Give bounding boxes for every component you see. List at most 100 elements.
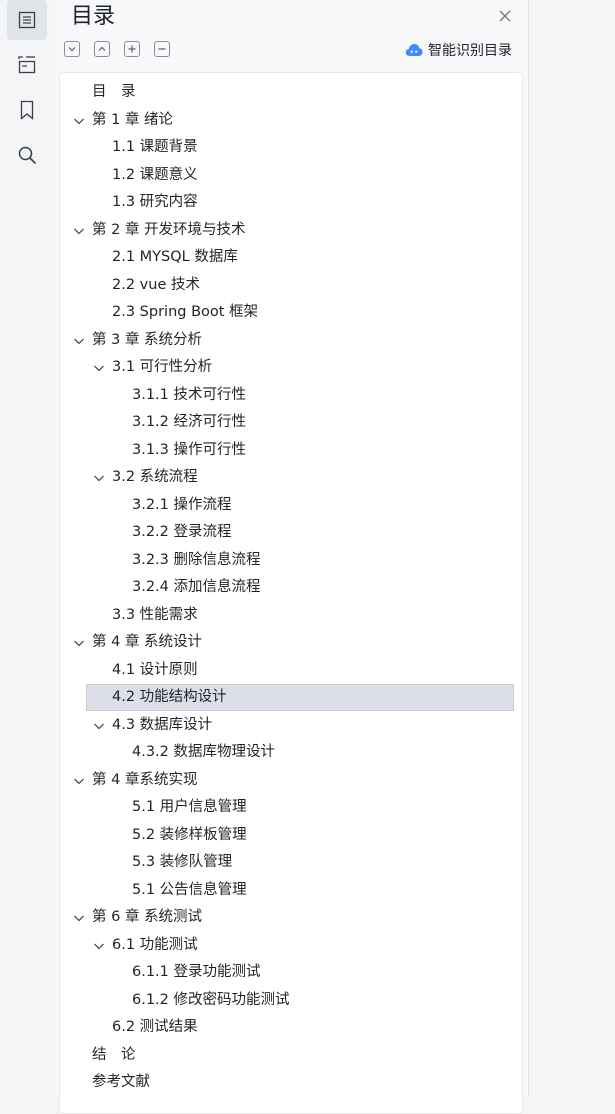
chevron-down-icon[interactable] — [73, 775, 85, 787]
toc-entry-label: 5.2 装修样板管理 — [132, 826, 247, 843]
chevron-down-icon[interactable] — [93, 720, 105, 732]
toc-entry[interactable]: 3.1 可行性分析 — [60, 354, 522, 382]
chevron-down-icon[interactable] — [73, 637, 85, 649]
chevron-down-icon[interactable] — [93, 362, 105, 374]
chevron-down-icon[interactable] — [73, 912, 85, 924]
close-icon — [499, 10, 511, 22]
toc-entry[interactable]: 3.1.1 技术可行性 — [60, 382, 522, 410]
toc-entry-label: 第 2 章 开发环境与技术 — [92, 221, 246, 238]
search-icon — [18, 146, 37, 165]
bookmark-icon — [20, 100, 34, 120]
expand-all-button[interactable] — [64, 41, 80, 57]
toc-entry-label: 4.2 功能结构设计 — [112, 689, 227, 705]
toc-entry[interactable]: 4.3 数据库设计 — [60, 712, 522, 740]
toc-entry[interactable]: 第 2 章 开发环境与技术 — [60, 217, 522, 245]
collapse-all-button[interactable] — [94, 41, 110, 57]
toc-entry[interactable]: 5.1 用户信息管理 — [60, 794, 522, 822]
toc-entry[interactable]: 第 4 章 系统设计 — [60, 629, 522, 657]
toc-panel: 目录 智能识别目录 目 录第 1 章 绪论 1.1 课题背景 1.2 课题意义 … — [55, 0, 529, 1114]
add-entry-button[interactable] — [124, 41, 140, 57]
outline-icon — [18, 11, 36, 29]
toc-entry[interactable]: 1.1 课题背景 — [60, 134, 522, 162]
toc-entry-label: 结 论 — [92, 1046, 136, 1063]
toc-entry[interactable]: 第 1 章 绪论 — [60, 107, 522, 135]
toc-entry-label: 5.1 公告信息管理 — [132, 881, 247, 898]
left-tool-rail — [0, 0, 55, 1097]
panel-title: 目录 — [71, 4, 116, 29]
toc-entry[interactable]: 3.1.2 经济可行性 — [60, 409, 522, 437]
toc-entry-label: 3.2.1 操作流程 — [132, 496, 232, 513]
toc-entry[interactable]: 6.1.2 修改密码功能测试 — [60, 987, 522, 1015]
close-button[interactable] — [495, 6, 515, 26]
toc-entry[interactable]: 3.2.3 删除信息流程 — [60, 547, 522, 575]
toc-entry[interactable]: 3.2.2 登录流程 — [60, 519, 522, 547]
toc-entry[interactable]: 6.2 测试结果 — [60, 1014, 522, 1042]
toc-entry[interactable]: 第 6 章 系统测试 — [60, 904, 522, 932]
bookmark-tab[interactable] — [7, 90, 47, 130]
toc-entry[interactable]: 5.3 装修队管理 — [60, 849, 522, 877]
toc-entry[interactable]: 3.2 系统流程 — [60, 464, 522, 492]
toc-entry-label: 3.1.1 技术可行性 — [132, 386, 247, 403]
toc-list: 目 录第 1 章 绪论 1.1 课题背景 1.2 课题意义 1.3 研究内容第 2 章… — [60, 79, 522, 1097]
toc-entry[interactable]: 第 3 章 系统分析 — [60, 327, 522, 355]
toc-entry[interactable]: 参考文献 — [60, 1069, 522, 1097]
thumbnail-icon — [18, 56, 36, 74]
toc-entry[interactable]: 2.3 Spring Boot 框架 — [60, 299, 522, 327]
toc-entry[interactable]: 4.1 设计原则 — [60, 657, 522, 685]
toc-entry-label: 6.1.1 登录功能测试 — [132, 964, 261, 980]
toc-entry[interactable]: 3.3 性能需求 — [60, 602, 522, 630]
toc-entry-label: 1.2 课题意义 — [112, 166, 198, 183]
thumbnail-tab[interactable] — [7, 45, 47, 85]
toc-entry[interactable]: 5.2 装修样板管理 — [60, 822, 522, 850]
toc-entry[interactable]: 5.1 公告信息管理 — [60, 877, 522, 905]
toc-entry[interactable]: 结 论 — [60, 1042, 522, 1070]
toc-entry-label: 1.1 课题背景 — [112, 139, 198, 155]
chevron-up-icon — [98, 46, 106, 51]
toc-entry-label: 3.3 性能需求 — [112, 606, 198, 623]
toc-entry-label: 5.3 装修队管理 — [132, 854, 233, 870]
toc-entry[interactable]: 1.2 课题意义 — [60, 162, 522, 190]
toc-entry-label: 第 1 章 绪论 — [92, 111, 174, 128]
toc-entry-label: 6.2 测试结果 — [112, 1019, 198, 1035]
toc-entry[interactable]: 6.1 功能测试 — [60, 932, 522, 960]
toc-entry-label: 6.1.2 修改密码功能测试 — [132, 991, 290, 1008]
toc-entry[interactable]: 3.2.4 添加信息流程 — [60, 574, 522, 602]
toc-entry-label: 第 4 章系统实现 — [92, 771, 198, 788]
toc-entry[interactable]: 4.3.2 数据库物理设计 — [60, 739, 522, 767]
toc-entry[interactable]: 3.1.3 操作可行性 — [60, 437, 522, 465]
toc-entry-label: 2.1 MYSQL 数据库 — [112, 249, 238, 265]
toc-entry-label: 第 4 章 系统设计 — [92, 634, 203, 650]
toc-entry-label: 3.1.3 操作可行性 — [132, 441, 247, 458]
chevron-down-icon[interactable] — [73, 115, 85, 127]
chevron-down-icon[interactable] — [73, 335, 85, 347]
toc-entry[interactable]: 2.2 vue 技术 — [60, 272, 522, 300]
outline-tab[interactable] — [7, 0, 47, 40]
minus-icon — [158, 48, 166, 50]
chevron-down-icon[interactable] — [73, 225, 85, 237]
chevron-down-icon[interactable] — [93, 940, 105, 952]
toc-entry-label: 第 6 章 系统测试 — [92, 909, 203, 925]
toc-entry[interactable]: 目 录 — [60, 79, 522, 107]
toc-entry[interactable]: 1.3 研究内容 — [60, 189, 522, 217]
ai-cloud-icon — [405, 44, 423, 56]
toc-entry-label: 4.3 数据库设计 — [112, 716, 213, 733]
document-area — [529, 0, 615, 1097]
toc-entry[interactable]: 6.1.1 登录功能测试 — [60, 959, 522, 987]
search-tab[interactable] — [7, 135, 47, 175]
smart-recognize-toc-button[interactable]: 智能识别目录 — [405, 40, 512, 60]
toc-entry-label: 3.2.3 删除信息流程 — [132, 551, 261, 568]
remove-entry-button[interactable] — [154, 41, 170, 57]
chevron-down-icon[interactable] — [93, 472, 105, 484]
toc-entry-label: 3.2 系统流程 — [112, 469, 198, 485]
toc-entry-label: 3.1.2 经济可行性 — [132, 414, 247, 430]
toc-entry-label: 4.1 设计原则 — [112, 661, 198, 678]
toc-entry-label: 3.2.4 添加信息流程 — [132, 579, 261, 595]
toc-entry[interactable]: 3.2.1 操作流程 — [60, 492, 522, 520]
toc-entry[interactable]: 第 4 章系统实现 — [60, 767, 522, 795]
toc-entry-label: 2.3 Spring Boot 框架 — [112, 304, 259, 320]
toc-entry-label: 4.3.2 数据库物理设计 — [132, 744, 276, 760]
toc-entry[interactable]: 2.1 MYSQL 数据库 — [60, 244, 522, 272]
plus-icon — [128, 45, 136, 53]
toc-entry-label: 参考文献 — [92, 1074, 150, 1090]
toc-entry[interactable]: 4.2 功能结构设计 — [60, 684, 522, 712]
